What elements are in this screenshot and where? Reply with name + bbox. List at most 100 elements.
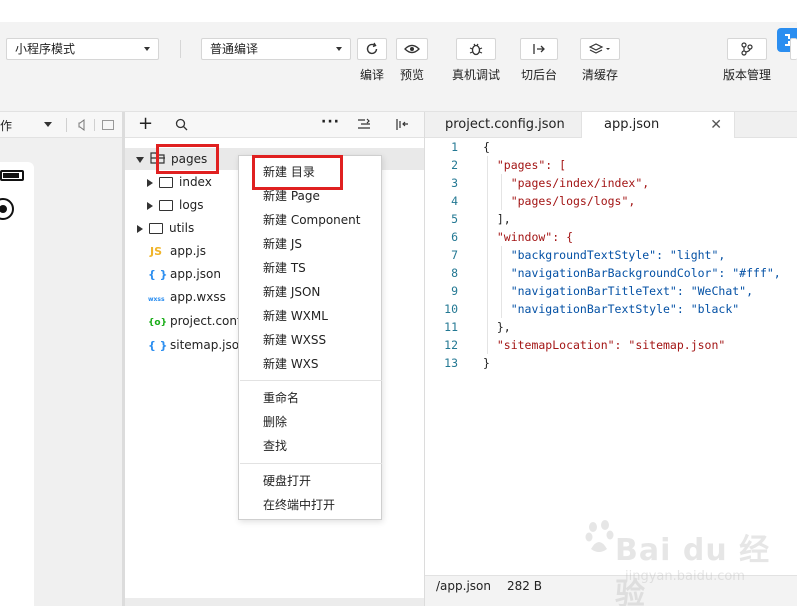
menu-separator [240,463,382,464]
detach-window-icon[interactable] [102,120,114,130]
mode-select-value: 小程序模式 [15,42,76,56]
menu-item-new-component[interactable]: 新建 Component [263,209,360,231]
compile-select-value: 普通编译 [210,42,259,56]
config-file-icon: {o} [148,318,167,328]
tree-item-project-config[interactable]: {o} project.confi [148,310,245,332]
context-menu: 新建 目录 新建 Page 新建 Component 新建 JS 新建 TS 新… [238,155,382,520]
highlight-box-pages [156,144,219,174]
toolbar-divider [180,40,181,58]
remote-debug-label: 真机调试 [451,68,500,82]
tree-item-label: logs [179,198,204,212]
chevron-down-icon[interactable] [44,122,52,127]
line-number: 12 [444,338,458,352]
code-text: "navigationBarTextStyle": "black" [483,302,740,316]
line-number: 11 [444,320,458,334]
menu-item-new-wxss[interactable]: 新建 WXSS [263,329,326,351]
status-file-size: 282 B [507,579,542,593]
phone-screen[interactable] [0,162,34,606]
tree-item-app-json[interactable]: { } app.json [148,263,221,285]
explorer-scrollbar[interactable] [125,598,424,606]
compile-button[interactable] [357,38,387,60]
tree-item-label: app.js [170,244,206,258]
switch-background-button[interactable] [520,38,558,60]
status-file-path: /app.json [436,579,491,593]
folder-icon [159,200,173,211]
line-number: 3 [451,176,458,190]
simulator-header-label: 作 [0,119,13,133]
tree-item-app-js[interactable]: JS app.js [148,240,206,262]
remote-debug-button[interactable] [456,38,496,60]
locate-file-icon[interactable] [395,118,409,134]
code-text: "pages": [ [483,158,567,172]
line-number: 8 [451,266,458,280]
explorer-header: + ··· [125,112,424,138]
version-control-button[interactable] [727,38,767,60]
tab-label: project.config.json [445,117,565,132]
clear-cache-label: 清缓存 [581,68,618,82]
tree-item-label: app.wxss [170,290,226,304]
line-number: 9 [451,284,458,298]
code-text: "navigationBarTitleText": "WeChat", [483,284,754,298]
code-text: "backgroundTextStyle": "light", [483,248,726,262]
highlight-box-new-folder [252,155,343,190]
wxss-file-icon: wxss [148,296,165,303]
tab-app-json[interactable]: app.json ✕ [581,112,735,138]
menu-item-new-wxml[interactable]: 新建 WXML [263,305,328,327]
folder-icon [159,177,173,188]
battery-icon [0,170,24,181]
add-icon[interactable]: + [138,115,153,133]
tree-item-label: utils [169,221,195,235]
tree-item-app-wxss[interactable]: wxss app.wxss [148,286,226,308]
search-icon[interactable] [175,118,188,134]
code-text: } [483,356,490,370]
code-text: { [483,140,490,154]
compile-label: 编译 [359,68,384,82]
menu-item-new-wxs[interactable]: 新建 WXS [263,353,319,375]
editor-tabs: project.config.json app.json ✕ [425,112,797,138]
tree-item-label: sitemap.json [170,338,247,352]
mode-select[interactable]: 小程序模式 [6,38,159,60]
chevron-right-icon [147,201,153,210]
code-text: "sitemapLocation": "sitemap.json" [483,338,726,352]
line-number: 7 [451,248,458,262]
tree-item-label: app.json [170,267,221,281]
code-editor[interactable]: 1 { 2 "pages": [ 3 "pages/index/index", 4… [425,138,797,575]
menu-item-open-in-disk[interactable]: 硬盘打开 [263,470,311,492]
menu-item-rename[interactable]: 重命名 [263,387,299,409]
title-bar [0,0,797,22]
menu-item-open-in-terminal[interactable]: 在终端中打开 [263,494,335,516]
menu-item-new-ts[interactable]: 新建 TS [263,257,306,279]
volume-icon[interactable] [78,119,86,134]
line-number: 4 [451,194,458,208]
menu-item-new-json[interactable]: 新建 JSON [263,281,320,303]
more-toolbar-button[interactable] [790,38,797,60]
tab-project-config-json[interactable]: project.config.json [425,112,581,138]
tree-item-label: project.confi [170,314,245,328]
more-icon[interactable]: ··· [321,114,340,130]
close-icon[interactable]: ✕ [710,112,722,138]
tree-item-sitemap-json[interactable]: { } sitemap.json [148,334,247,356]
tree-item-index[interactable]: index [147,171,212,193]
js-file-icon: JS [149,245,162,258]
clear-cache-button[interactable] [580,38,620,60]
line-number: 6 [451,230,458,244]
line-number: 1 [451,140,458,154]
code-text: "pages/logs/logs", [483,194,636,208]
collapse-all-icon[interactable] [357,118,371,133]
preview-label: 预览 [399,68,424,82]
code-text: "window": { [483,230,574,244]
tree-item-logs[interactable]: logs [147,194,204,216]
menu-item-new-js[interactable]: 新建 JS [263,233,302,255]
bottom-strip [425,597,797,606]
code-text: "navigationBarBackgroundColor": "#fff", [483,266,781,280]
compile-select[interactable]: 普通编译 [201,38,351,60]
chevron-down-icon [136,156,144,163]
preview-button[interactable] [396,38,428,60]
line-number: 13 [444,356,458,370]
chevron-down-icon [336,47,342,51]
chevron-down-icon [144,47,150,51]
menu-item-find[interactable]: 查找 [263,435,287,457]
tree-item-utils[interactable]: utils [137,217,194,239]
code-text: "pages/index/index", [483,176,650,190]
menu-item-delete[interactable]: 删除 [263,411,287,433]
